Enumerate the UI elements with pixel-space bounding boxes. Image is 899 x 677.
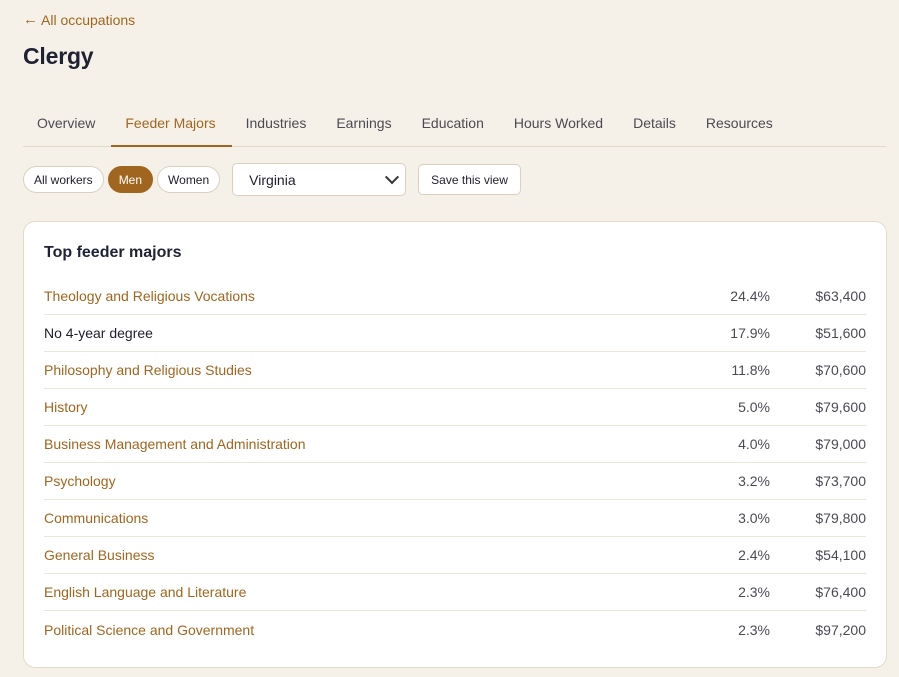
arrow-left-icon: ← — [23, 11, 38, 28]
share-value: 4.0% — [738, 436, 770, 452]
major-link[interactable]: Business Management and Administration — [44, 436, 690, 452]
list-item: Political Science and Government 2.3% $9… — [44, 611, 866, 648]
occupation-tabs: Overview Feeder Majors Industries Earnin… — [23, 100, 886, 147]
share-value: 2.3% — [738, 584, 770, 600]
share-value: 2.3% — [738, 621, 770, 638]
earnings-value: $70,600 — [815, 362, 866, 378]
major-link[interactable]: English Language and Literature — [44, 584, 690, 600]
share-value: 11.8% — [731, 362, 770, 378]
major-link[interactable]: Political Science and Government — [44, 622, 690, 638]
filter-women-button[interactable]: Women — [157, 166, 221, 193]
major-link[interactable]: General Business — [44, 547, 690, 563]
filter-all-workers-button[interactable]: All workers — [23, 166, 104, 193]
list-item: Theology and Religious Vocations 24.4% $… — [44, 278, 866, 315]
share-value: 17.9% — [730, 325, 770, 341]
feeder-majors-list: Theology and Religious Vocations 24.4% $… — [44, 278, 866, 648]
tab-industries[interactable]: Industries — [232, 100, 323, 145]
top-feeder-majors-card: Top feeder majors Theology and Religious… — [23, 221, 887, 668]
tab-resources[interactable]: Resources — [692, 100, 789, 145]
tab-overview[interactable]: Overview — [23, 100, 111, 145]
list-item: No 4-year degree 17.9% $51,600 — [44, 315, 866, 352]
major-link[interactable]: Psychology — [44, 473, 690, 489]
earnings-value: $97,200 — [815, 621, 866, 638]
major-link[interactable]: Philosophy and Religious Studies — [44, 362, 690, 378]
list-item: Business Management and Administration 4… — [44, 426, 866, 463]
card-title: Top feeder majors — [44, 244, 182, 261]
earnings-value: $76,400 — [815, 584, 866, 600]
share-value: 24.4% — [730, 288, 770, 304]
share-value: 3.2% — [738, 473, 770, 489]
back-link-label: All occupations — [41, 11, 136, 28]
chevron-down-icon — [385, 169, 400, 184]
tab-feeder-majors[interactable]: Feeder Majors — [111, 100, 232, 147]
tab-hours-worked[interactable]: Hours Worked — [500, 100, 619, 145]
list-item: Philosophy and Religious Studies 11.8% $… — [44, 352, 866, 389]
save-view-button[interactable]: Save this view — [418, 164, 521, 195]
list-item: English Language and Literature 2.3% $76… — [44, 574, 866, 611]
filter-bar: All workers Men Women Virginia Save this… — [23, 163, 521, 196]
earnings-value: $79,600 — [815, 399, 866, 415]
filter-men-button[interactable]: Men — [107, 166, 154, 193]
earnings-value: $73,700 — [815, 473, 866, 489]
major-link[interactable]: History — [44, 399, 690, 415]
state-select-value: Virginia — [249, 171, 296, 188]
back-to-all-occupations-link[interactable]: ← All occupations — [23, 11, 135, 28]
major-link[interactable]: Communications — [44, 510, 690, 526]
earnings-value: $79,000 — [815, 436, 866, 452]
share-value: 2.4% — [738, 547, 770, 563]
earnings-value: $79,800 — [815, 510, 866, 526]
earnings-value: $51,600 — [815, 325, 866, 341]
tab-details[interactable]: Details — [619, 100, 692, 145]
earnings-value: $54,100 — [815, 547, 866, 563]
major-label: No 4-year degree — [44, 325, 153, 341]
share-value: 3.0% — [738, 510, 770, 526]
list-item: Communications 3.0% $79,800 — [44, 500, 866, 537]
list-item: Psychology 3.2% $73,700 — [44, 463, 866, 500]
major-link[interactable]: Theology and Religious Vocations — [44, 288, 690, 304]
state-select[interactable]: Virginia — [232, 163, 407, 196]
tab-earnings[interactable]: Earnings — [322, 100, 407, 145]
tab-education[interactable]: Education — [408, 100, 500, 145]
list-item: General Business 2.4% $54,100 — [44, 537, 866, 574]
earnings-value: $63,400 — [815, 288, 866, 304]
list-item: History 5.0% $79,600 — [44, 389, 866, 426]
share-value: 5.0% — [738, 399, 770, 415]
page-title: Clergy — [23, 43, 94, 69]
